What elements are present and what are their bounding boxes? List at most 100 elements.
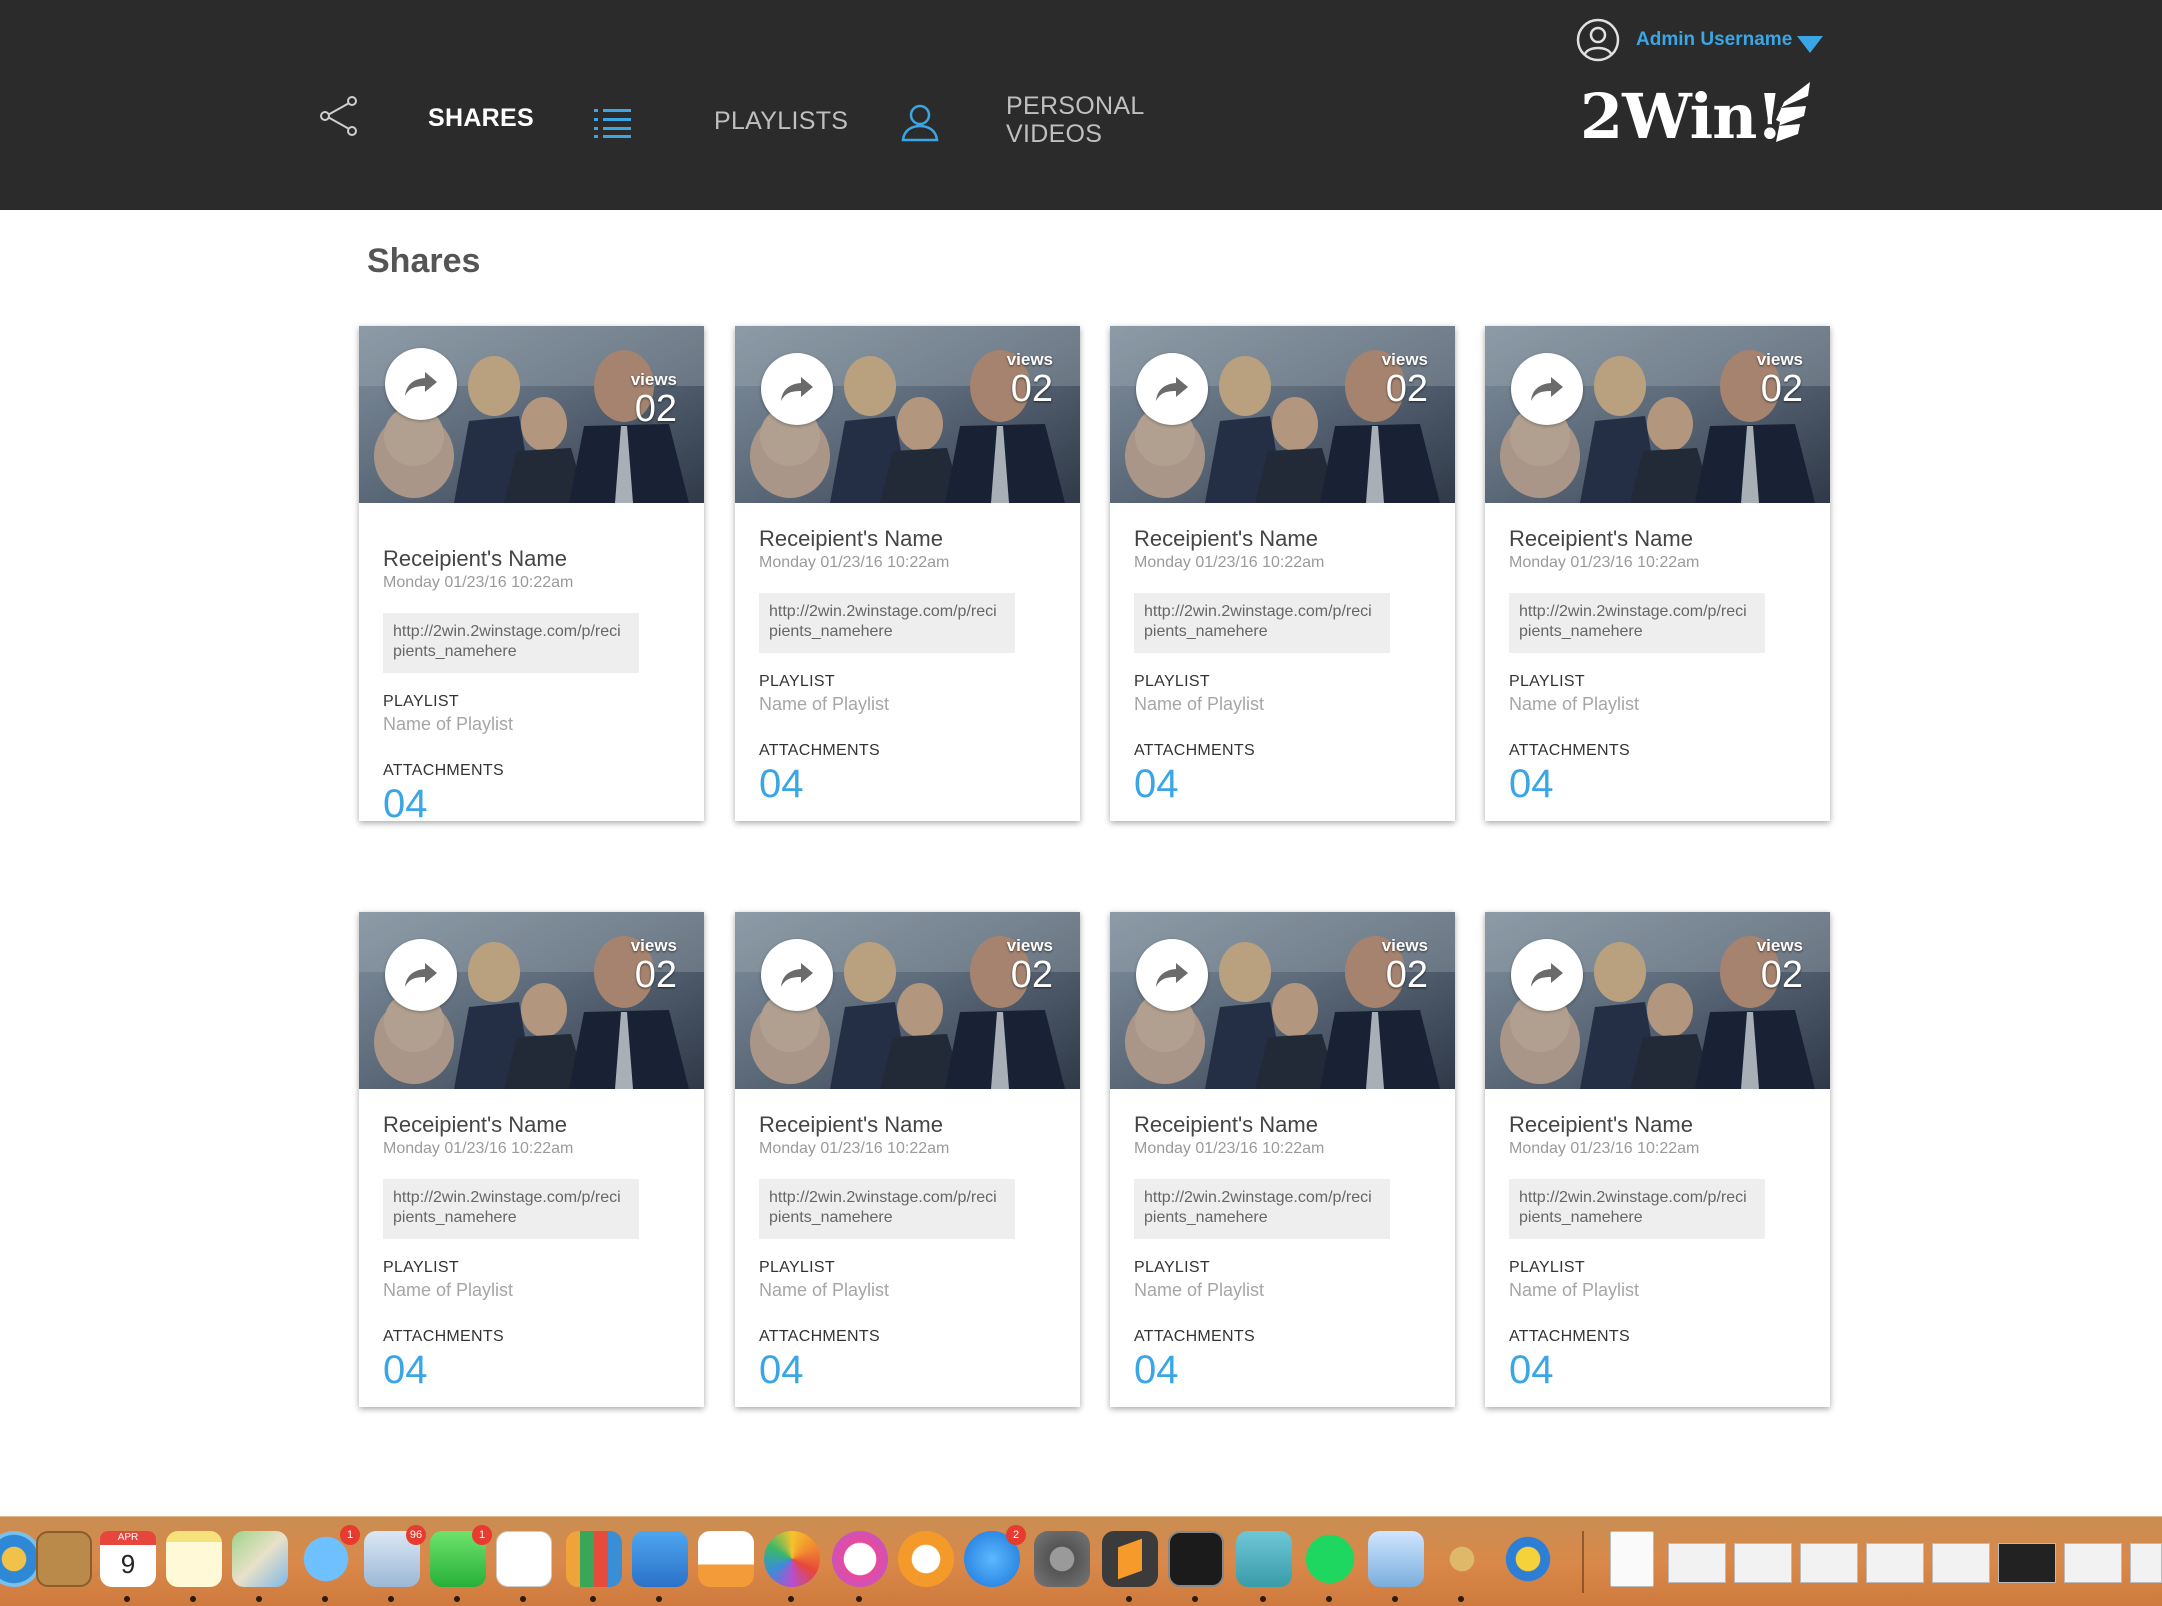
- attachments-count[interactable]: 04: [1509, 1348, 1554, 1393]
- user-circle-icon[interactable]: [1576, 18, 1620, 67]
- playlist-name[interactable]: Name of Playlist: [759, 1280, 889, 1301]
- playlist-name[interactable]: Name of Playlist: [1134, 694, 1264, 715]
- appstore-badge: 2: [1006, 1525, 1026, 1545]
- video-thumbnail[interactable]: views 02: [1485, 912, 1830, 1089]
- attachments-count[interactable]: 04: [1134, 1348, 1179, 1393]
- views-label: views: [1006, 936, 1053, 955]
- share-arrow-button[interactable]: [761, 353, 833, 425]
- window-thumbnail-8[interactable]: [2130, 1543, 2162, 1583]
- attachments-count[interactable]: 04: [759, 762, 804, 807]
- video-thumbnail[interactable]: views 02: [735, 326, 1080, 503]
- share-link[interactable]: http://2win.2winstage.com/p/recipients_n…: [1134, 1179, 1390, 1239]
- share-arrow-button[interactable]: [1136, 939, 1208, 1011]
- video-thumbnail[interactable]: views 02: [359, 326, 704, 503]
- calendar-icon[interactable]: APR 9: [100, 1531, 156, 1587]
- window-thumbnail-6[interactable]: [1998, 1543, 2056, 1583]
- attachments-label: ATTACHMENTS: [1509, 1328, 1630, 1345]
- running-indicator: [1392, 1596, 1398, 1602]
- attachments-count[interactable]: 04: [383, 1348, 428, 1393]
- document-icon[interactable]: [1610, 1531, 1654, 1587]
- playlist-name[interactable]: Name of Playlist: [383, 1280, 513, 1301]
- share-arrow-button[interactable]: [1511, 353, 1583, 425]
- playlist-name[interactable]: Name of Playlist: [759, 694, 889, 715]
- keynote-icon[interactable]: [632, 1531, 688, 1587]
- sketch-icon[interactable]: [1236, 1531, 1292, 1587]
- share-link[interactable]: http://2win.2winstage.com/p/recipients_n…: [1134, 593, 1390, 653]
- share-card[interactable]: views 02 Receipient's Name Monday 01/23/…: [1110, 912, 1455, 1407]
- video-thumbnail[interactable]: views 02: [359, 912, 704, 1089]
- playlist-name[interactable]: Name of Playlist: [1509, 1280, 1639, 1301]
- window-thumbnail-5[interactable]: [1932, 1543, 1990, 1583]
- app-icon[interactable]: [1500, 1531, 1556, 1587]
- terminal-icon[interactable]: [1168, 1531, 1224, 1587]
- share-link[interactable]: http://2win.2winstage.com/p/recipients_n…: [759, 1179, 1015, 1239]
- nav-shares[interactable]: SHARES: [428, 104, 534, 132]
- share-card[interactable]: views 02 Receipient's Name Monday 01/23/…: [735, 326, 1080, 821]
- forward-arrow-icon: [405, 372, 437, 396]
- nav-personal-videos[interactable]: PERSONAL VIDEOS: [1006, 92, 1145, 148]
- playlist-name[interactable]: Name of Playlist: [383, 714, 513, 735]
- share-card[interactable]: views 02 Receipient's Name Monday 01/23/…: [359, 912, 704, 1407]
- recipient-name: Receipient's Name: [1509, 526, 1693, 551]
- nav-playlists[interactable]: PLAYLISTS: [714, 107, 848, 135]
- window-thumbnail-7[interactable]: [2064, 1543, 2122, 1583]
- window-thumbnail-4[interactable]: [1866, 1543, 1924, 1583]
- brand-logo[interactable]: 2Win!: [1580, 82, 1784, 152]
- list-icon[interactable]: [594, 108, 632, 143]
- share-arrow-button[interactable]: [385, 939, 457, 1011]
- share-date: Monday 01/23/16 10:22am: [1134, 554, 1325, 571]
- itunes-icon[interactable]: [832, 1531, 888, 1587]
- window-thumbnail-2[interactable]: [1734, 1543, 1792, 1583]
- attachments-count[interactable]: 04: [759, 1348, 804, 1393]
- notes-icon[interactable]: [166, 1531, 222, 1587]
- share-date: Monday 01/23/16 10:22am: [1509, 1140, 1700, 1157]
- attachments-count[interactable]: 04: [1509, 762, 1554, 807]
- photos-icon[interactable]: [764, 1531, 820, 1587]
- views-label: views: [1381, 936, 1428, 955]
- video-thumbnail[interactable]: views 02: [1110, 912, 1455, 1089]
- running-indicator: [788, 1596, 794, 1602]
- share-icon[interactable]: [318, 94, 360, 143]
- admin-username[interactable]: Admin Username: [1636, 29, 1792, 51]
- share-arrow-button[interactable]: [761, 939, 833, 1011]
- share-arrow-button[interactable]: [385, 348, 457, 420]
- share-link[interactable]: http://2win.2winstage.com/p/recipients_n…: [383, 1179, 639, 1239]
- window-thumbnail-3[interactable]: [1800, 1543, 1858, 1583]
- reminders-icon[interactable]: [496, 1531, 552, 1587]
- share-arrow-button[interactable]: [1136, 353, 1208, 425]
- attachments-count[interactable]: 04: [383, 782, 428, 821]
- preview-icon[interactable]: [1368, 1531, 1424, 1587]
- system-preferences-icon[interactable]: [1034, 1531, 1090, 1587]
- caret-down-icon[interactable]: [1797, 36, 1823, 59]
- window-thumbnail-1[interactable]: [1668, 1543, 1726, 1583]
- video-thumbnail[interactable]: views 02: [735, 912, 1080, 1089]
- share-card[interactable]: views 02 Receipient's Name Monday 01/23/…: [359, 326, 704, 821]
- video-thumbnail[interactable]: views 02: [1485, 326, 1830, 503]
- contacts-icon[interactable]: [36, 1531, 92, 1587]
- ibooks-icon[interactable]: [898, 1531, 954, 1587]
- spotify-icon[interactable]: [1302, 1531, 1358, 1587]
- recipient-name: Receipient's Name: [1134, 526, 1318, 551]
- attachments-count[interactable]: 04: [1134, 762, 1179, 807]
- playlist-name[interactable]: Name of Playlist: [1509, 694, 1639, 715]
- numbers-icon[interactable]: [566, 1531, 622, 1587]
- maps-icon[interactable]: [232, 1531, 288, 1587]
- sublime-text-icon[interactable]: [1102, 1531, 1158, 1587]
- share-link[interactable]: http://2win.2winstage.com/p/recipients_n…: [1509, 1179, 1765, 1239]
- playlist-name[interactable]: Name of Playlist: [1134, 1280, 1264, 1301]
- share-link[interactable]: http://2win.2winstage.com/p/recipients_n…: [1509, 593, 1765, 653]
- playlist-label: PLAYLIST: [1509, 673, 1585, 690]
- keychain-icon[interactable]: [1434, 1531, 1490, 1587]
- page-title: Shares: [367, 242, 481, 280]
- share-arrow-button[interactable]: [1511, 939, 1583, 1011]
- pages-icon[interactable]: [698, 1531, 754, 1587]
- user-icon[interactable]: [900, 102, 940, 147]
- share-card[interactable]: views 02 Receipient's Name Monday 01/23/…: [1485, 326, 1830, 821]
- share-link[interactable]: http://2win.2winstage.com/p/recipients_n…: [383, 613, 639, 673]
- video-thumbnail[interactable]: views 02: [1110, 326, 1455, 503]
- share-date: Monday 01/23/16 10:22am: [759, 554, 950, 571]
- share-card[interactable]: views 02 Receipient's Name Monday 01/23/…: [1485, 912, 1830, 1407]
- share-card[interactable]: views 02 Receipient's Name Monday 01/23/…: [1110, 326, 1455, 821]
- share-card[interactable]: views 02 Receipient's Name Monday 01/23/…: [735, 912, 1080, 1407]
- share-link[interactable]: http://2win.2winstage.com/p/recipients_n…: [759, 593, 1015, 653]
